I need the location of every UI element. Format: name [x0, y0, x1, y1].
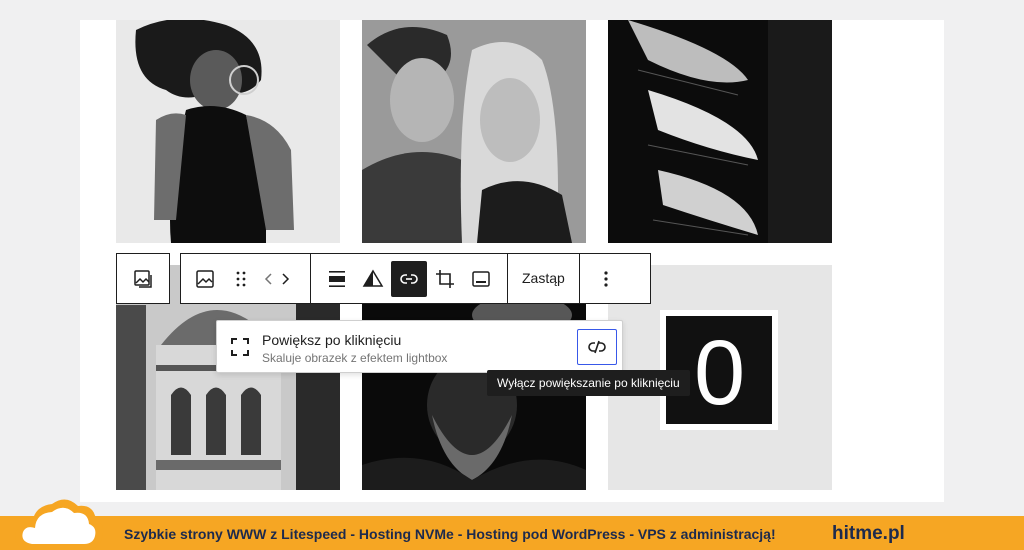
chevron-left-icon	[264, 272, 272, 285]
caption-button[interactable]	[463, 261, 499, 297]
photo-couple	[362, 20, 586, 243]
move-right-button[interactable]	[277, 261, 295, 297]
lightbox-option-description: Skaluje obrazek z efektem lightbox	[262, 351, 448, 365]
block-toolbar-parent	[116, 253, 170, 304]
drag-handle[interactable]	[223, 261, 259, 297]
cloud-logo-icon	[15, 499, 104, 550]
more-vertical-icon	[604, 270, 608, 287]
image-icon	[196, 269, 214, 288]
gallery-select-parent-button[interactable]	[125, 261, 161, 297]
chevron-right-icon	[282, 272, 290, 285]
gallery-image-woman-curly-hair[interactable]	[116, 20, 340, 243]
sign-digit: 0	[694, 322, 746, 424]
link-options-popover: Powiększ po kliknięciu Skaluje obrazek z…	[216, 320, 623, 373]
gallery-image-staircase[interactable]	[608, 20, 832, 243]
toolbar-divider	[310, 253, 311, 304]
link-button[interactable]	[391, 260, 427, 297]
photo-woman-curly-hair	[116, 20, 340, 243]
gallery-icon	[134, 269, 152, 288]
duotone-button[interactable]	[355, 261, 391, 297]
image-block-button[interactable]	[187, 261, 223, 297]
tooltip: Wyłącz powiększanie po kliknięciu	[487, 370, 690, 396]
promo-text: Szybkie strony WWW z Litespeed - Hosting…	[124, 526, 776, 542]
replace-button[interactable]: Zastąp	[508, 253, 579, 304]
toolbar-divider	[578, 253, 580, 304]
link-off-icon	[588, 340, 606, 354]
duotone-filter-icon	[362, 269, 384, 287]
fullscreen-icon	[229, 336, 251, 358]
disable-lightbox-button[interactable]	[577, 329, 617, 365]
brand-name[interactable]: hitme.pl	[832, 523, 905, 545]
caption-icon	[472, 270, 490, 287]
crop-icon	[436, 269, 454, 288]
move-left-button[interactable]	[259, 261, 277, 297]
more-options-button[interactable]	[588, 261, 624, 297]
link-icon	[400, 273, 418, 284]
block-toolbar: Zastąp	[180, 253, 651, 304]
promo-banner: Szybkie strony WWW z Litespeed - Hosting…	[0, 516, 1024, 550]
crop-button[interactable]	[427, 261, 463, 297]
align-button[interactable]	[319, 261, 355, 297]
lightbox-option-title[interactable]: Powiększ po kliknięciu	[262, 332, 401, 348]
photo-staircase	[608, 20, 832, 243]
gallery-image-couple[interactable]	[362, 20, 586, 243]
drag-handle-icon	[236, 271, 246, 286]
align-wide-icon	[329, 270, 345, 287]
